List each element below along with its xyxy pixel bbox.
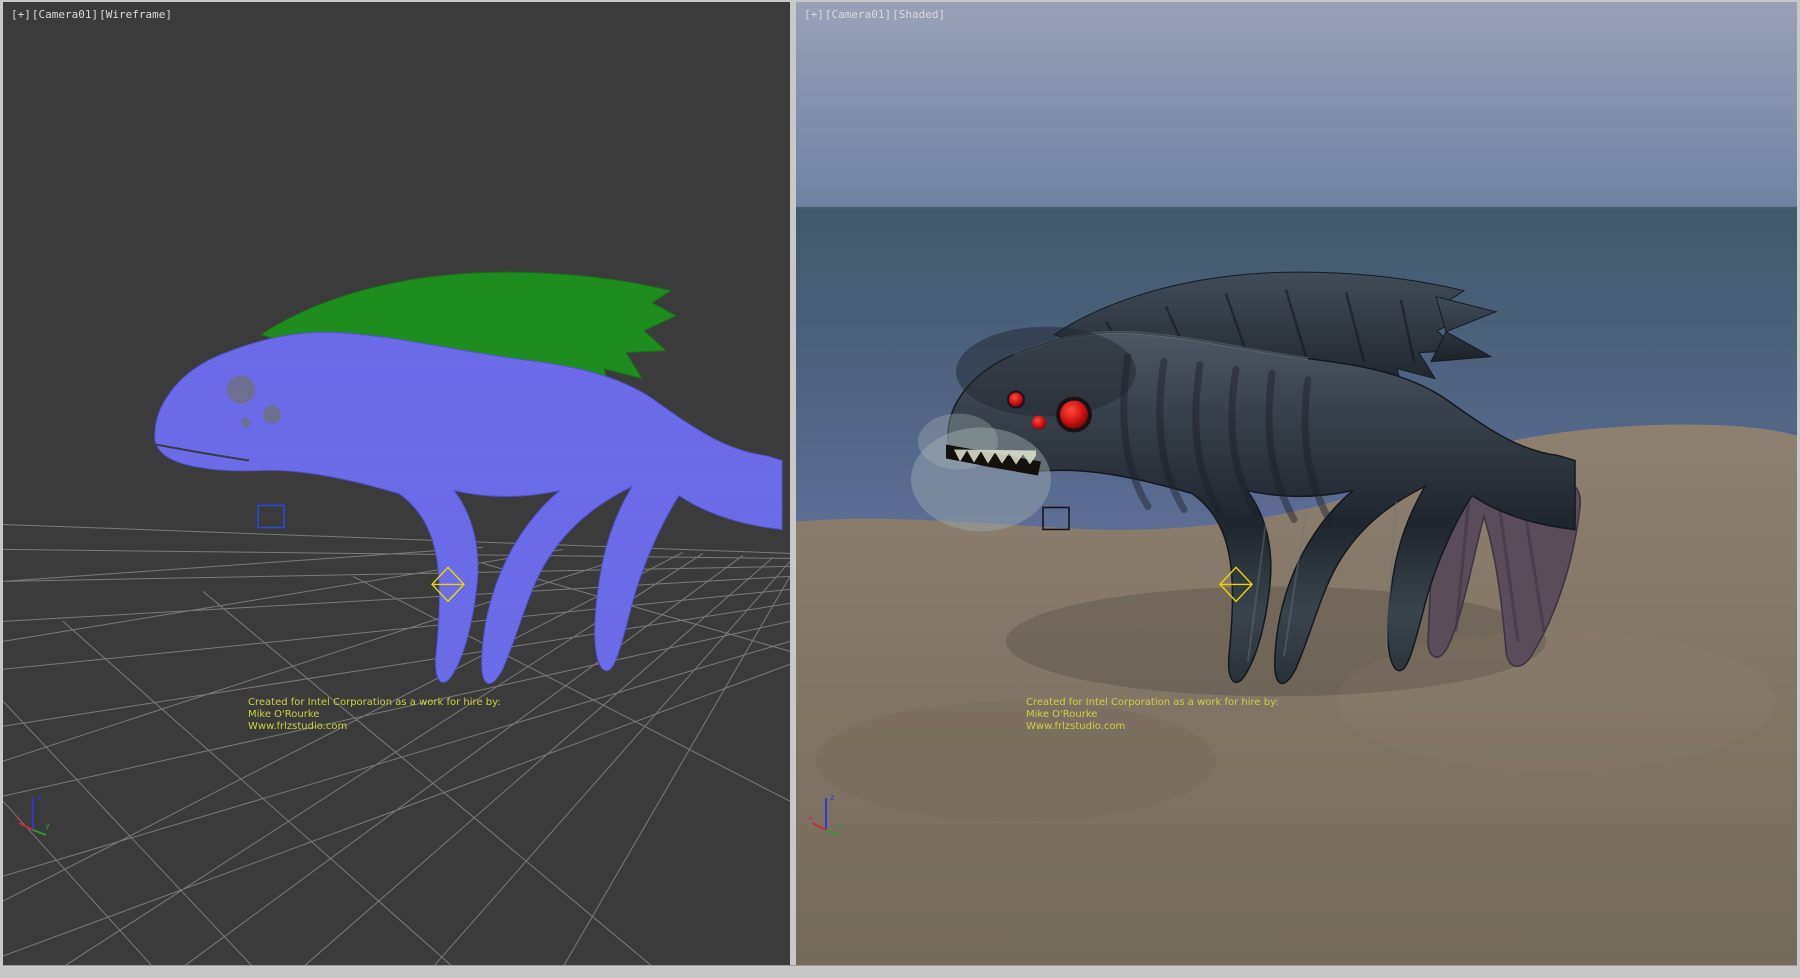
fish-eye-tiny: [1032, 416, 1046, 430]
shaded-canvas[interactable]: [796, 2, 1797, 965]
bottom-border-strip: [3, 965, 1797, 978]
wireframe-canvas[interactable]: [3, 2, 790, 965]
shading-menu-button[interactable]: [Shaded]: [892, 8, 945, 21]
credit-line-1: Created for Intel Corporation as a work …: [248, 697, 501, 709]
viewport-shaded[interactable]: [+][Camera01][Shaded]: [796, 2, 1797, 965]
credit-line-2: Mike O'Rourke: [248, 709, 501, 721]
viewport-menu-button[interactable]: [+]: [804, 8, 824, 21]
viewport-label-left: [+][Camera01][Wireframe]: [11, 8, 173, 21]
credit-annotation: Created for Intel Corporation as a work …: [248, 697, 501, 733]
credit-line-1: Created for Intel Corporation as a work …: [1026, 697, 1279, 709]
fish-eye-spot-large: [227, 376, 255, 404]
head-shading: [956, 327, 1136, 417]
world-axis-icon: [15, 790, 55, 840]
fish-eye-spot-tiny: [241, 418, 251, 428]
viewport-wireframe[interactable]: [+][Camera01][Wireframe]: [3, 2, 790, 965]
viewport-label-right: [+][Camera01][Shaded]: [804, 8, 946, 21]
world-axis-icon: [808, 790, 848, 840]
shading-menu-button[interactable]: [Wireframe]: [99, 8, 172, 21]
credit-line-3: Www.frlzstudio.com: [1026, 721, 1279, 733]
viewport-row: [+][Camera01][Wireframe]: [3, 2, 1797, 965]
credit-line-2: Mike O'Rourke: [1026, 709, 1279, 721]
viewport-frame: [+][Camera01][Wireframe]: [0, 0, 1800, 978]
credit-annotation: Created for Intel Corporation as a work …: [1026, 697, 1279, 733]
credit-line-3: Www.frlzstudio.com: [248, 721, 501, 733]
fish-eye-small: [1009, 393, 1023, 407]
camera-menu-button[interactable]: [Camera01]: [825, 8, 891, 21]
sky: [796, 2, 1797, 209]
camera-menu-button[interactable]: [Camera01]: [32, 8, 98, 21]
viewport-menu-button[interactable]: [+]: [11, 8, 31, 21]
fish-eye-spot-small: [263, 406, 281, 424]
fish-eye-main: [1060, 401, 1088, 429]
